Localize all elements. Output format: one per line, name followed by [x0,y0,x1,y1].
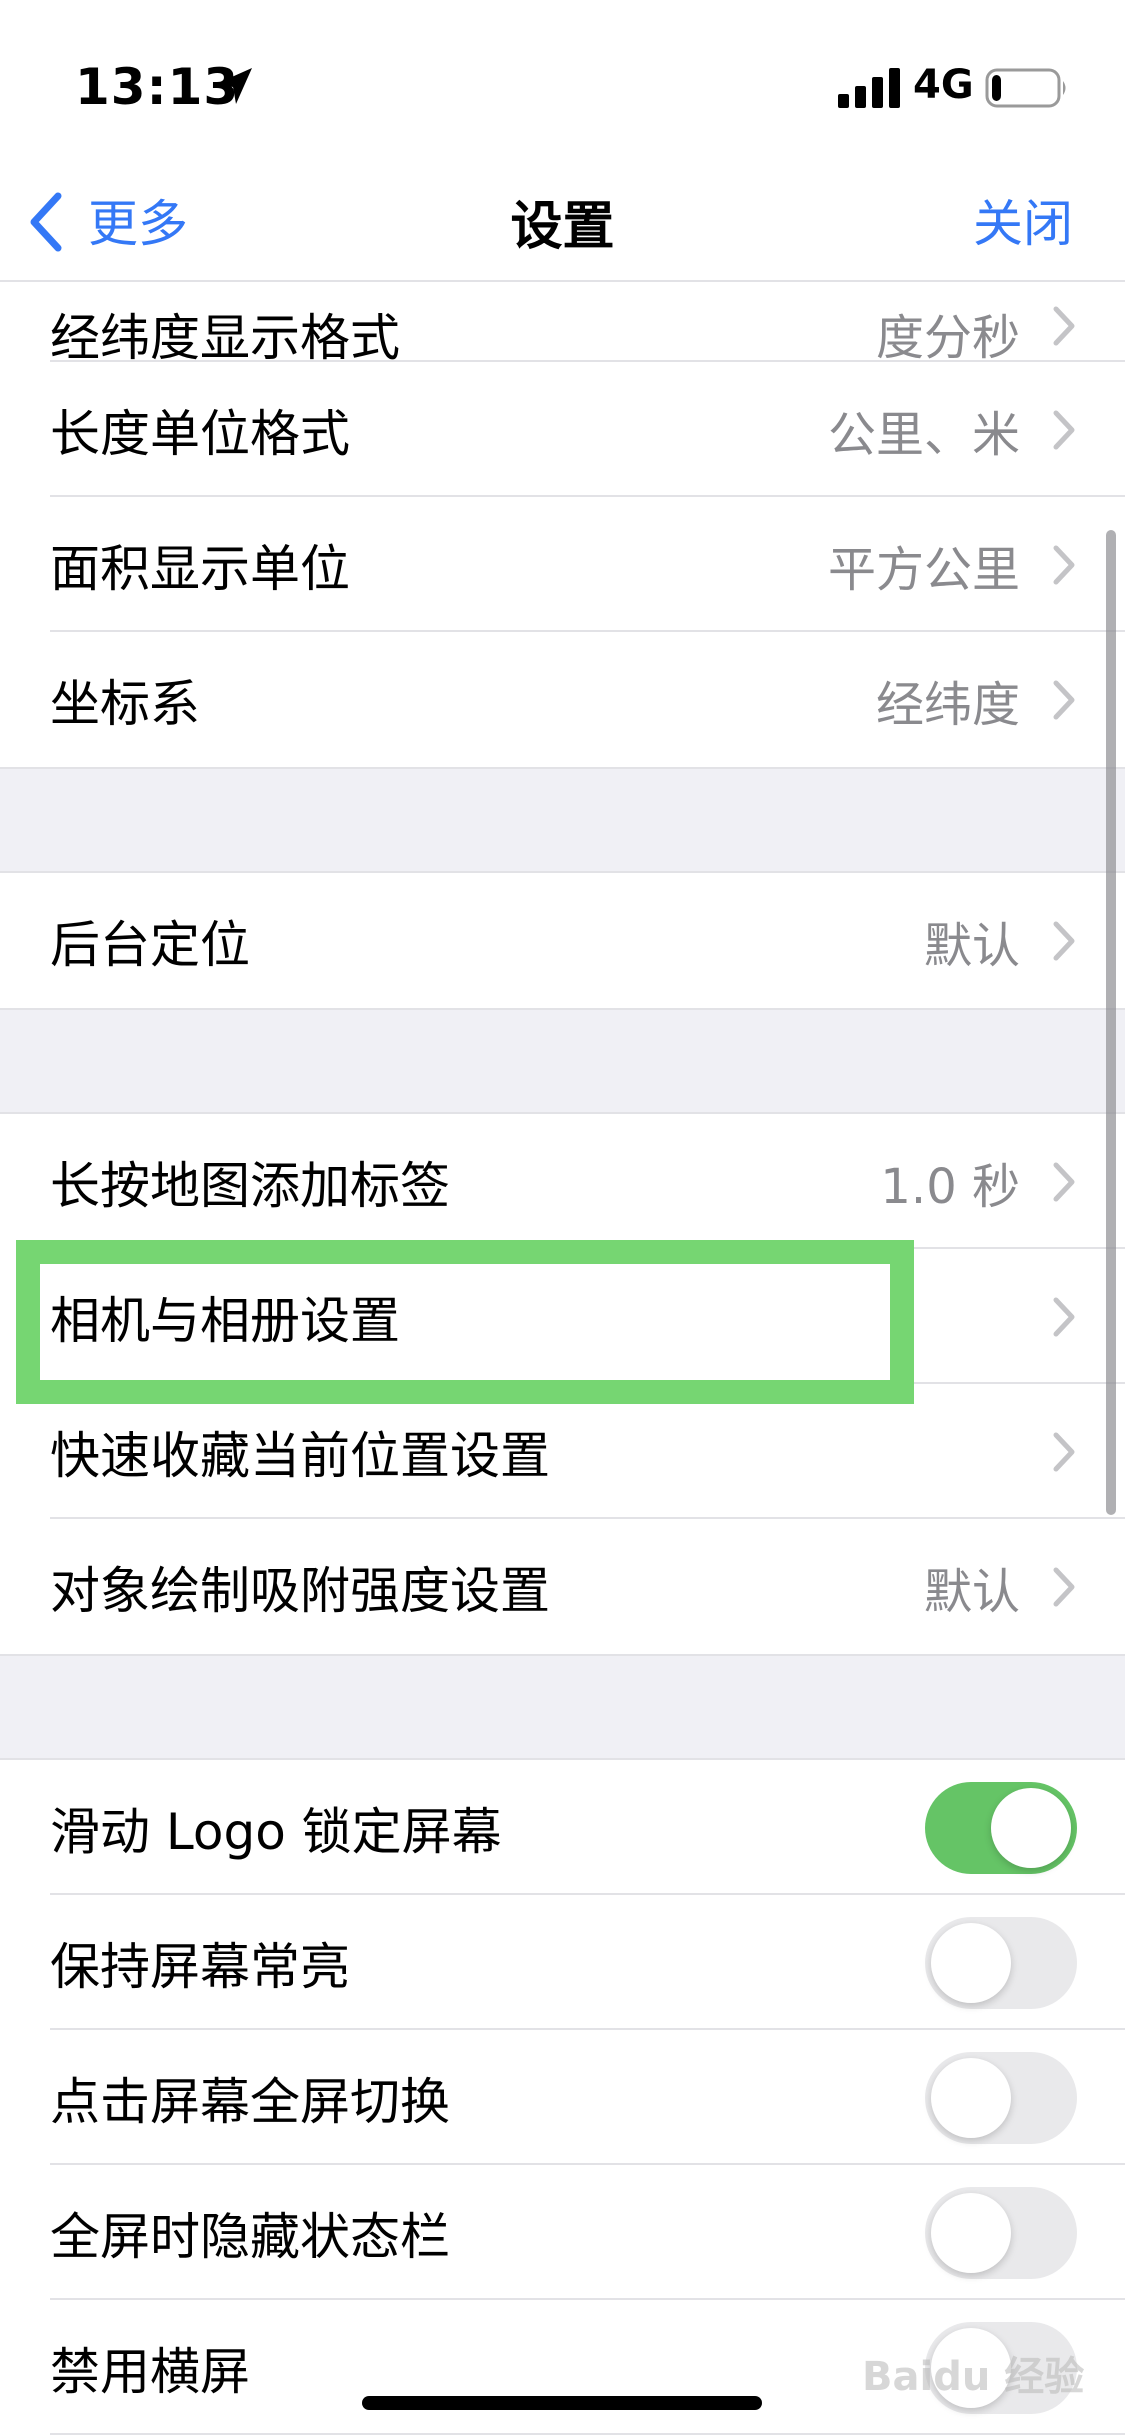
row-hide-status-bar: 全屏时隐藏状态栏 [0,2165,1125,2300]
status-bar: 13:13 4G [0,0,1125,170]
row-label: 禁用横屏 [50,2342,250,2401]
chevron-right-icon [1053,1162,1075,1201]
row-area-unit[interactable]: 面积显示单位 平方公里 [0,497,1125,632]
row-label: 对象绘制吸附强度设置 [50,1561,550,1620]
toggle-knob [931,2057,1011,2138]
chevron-right-icon [1053,1567,1075,1606]
row-slide-logo-lock: 滑动 Logo 锁定屏幕 [0,1760,1125,1895]
baidu-watermark: Baidu 经验 [862,2334,1084,2404]
row-value: 1.0 秒 [880,1158,1020,1215]
toggle-knob [931,2192,1011,2273]
home-indicator [362,2396,762,2410]
row-value: 经纬度 [875,676,1020,733]
network-type: 4G [913,62,974,108]
chevron-right-icon [1053,921,1075,960]
row-label: 长按地图添加标签 [50,1156,450,1215]
row-value: 度分秒 [875,310,1020,362]
watermark-text: Baidu 经验 [862,2354,1085,2400]
row-label: 保持屏幕常亮 [50,1937,350,1996]
chevron-right-icon [1053,680,1075,719]
toggle-knob [931,1922,1011,2003]
slide-logo-lock-toggle[interactable] [925,1781,1077,1874]
row-label: 经纬度显示格式 [50,309,400,362]
row-tap-fullscreen: 点击屏幕全屏切换 [0,2030,1125,2165]
section-gap [0,1008,1125,1114]
settings-screen: 13:13 4G 更多 设置 关闭 经纬度显示格式 度分秒 长度单位格式 公里、… [0,0,1125,2436]
row-keep-screen-on: 保持屏幕常亮 [0,1895,1125,2030]
navigation-bar: 更多 设置 关闭 [0,170,1125,282]
row-length-unit[interactable]: 长度单位格式 公里、米 [0,362,1125,497]
page-title: 设置 [510,197,615,257]
chevron-right-icon [1053,1297,1075,1336]
cellular-signal-icon [838,68,900,108]
row-snap-strength[interactable]: 对象绘制吸附强度设置 默认 [0,1519,1125,1654]
row-label: 全屏时隐藏状态栏 [50,2207,450,2266]
row-label: 长度单位格式 [50,404,350,463]
keep-screen-on-toggle[interactable] [925,1916,1077,2009]
scroll-indicator [1106,530,1116,1515]
row-value: 公里、米 [827,406,1020,463]
chevron-right-icon [1053,545,1075,584]
chevron-right-icon [1053,306,1075,346]
row-label: 后台定位 [50,915,250,974]
row-background-location[interactable]: 后台定位 默认 [0,873,1125,1008]
section-gap [0,767,1125,873]
battery-icon [985,68,1066,108]
row-label: 点击屏幕全屏切换 [50,2072,450,2131]
section-gap [0,1654,1125,1760]
close-button[interactable]: 关闭 [973,184,1073,256]
chevron-right-icon [1053,410,1075,449]
highlight-annotation-box [16,1240,914,1404]
toggle-knob [991,1787,1071,1868]
row-value: 默认 [923,917,1020,974]
row-label: 快速收藏当前位置设置 [50,1426,550,1485]
row-quick-favorite[interactable]: 快速收藏当前位置设置 [0,1384,1125,1519]
row-value: 默认 [923,1563,1020,1620]
hide-status-bar-toggle[interactable] [925,2186,1077,2279]
row-latlng-format[interactable]: 经纬度显示格式 度分秒 [0,282,1125,362]
tap-fullscreen-toggle[interactable] [925,2051,1077,2144]
row-coord-system[interactable]: 坐标系 经纬度 [0,632,1125,767]
chevron-right-icon [1053,1432,1075,1471]
row-label: 坐标系 [50,674,200,733]
row-value: 平方公里 [827,541,1020,598]
row-label: 滑动 Logo 锁定屏幕 [50,1802,502,1861]
row-label: 面积显示单位 [50,539,350,598]
location-arrow-icon [216,68,252,104]
row-long-press[interactable]: 长按地图添加标签 1.0 秒 [0,1114,1125,1249]
